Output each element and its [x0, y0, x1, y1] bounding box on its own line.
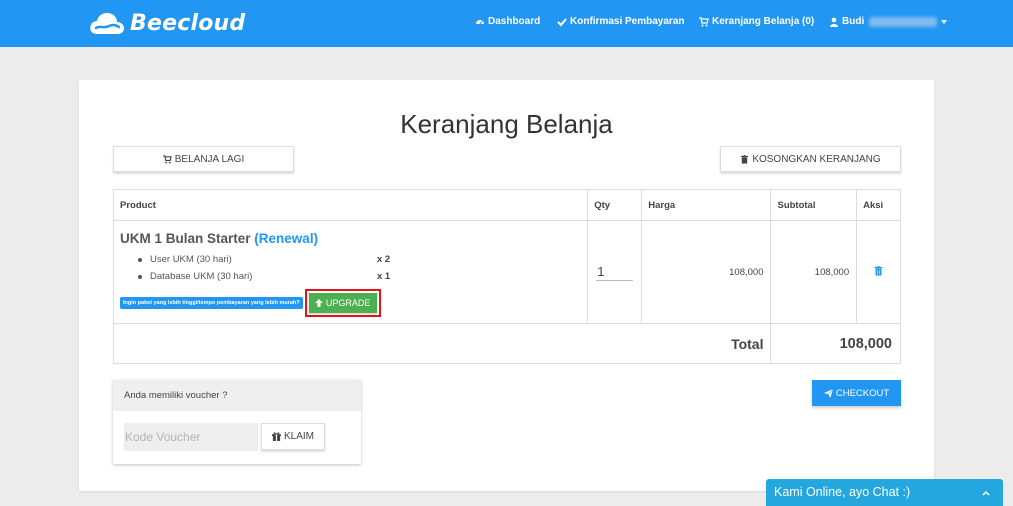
product-name: UKM 1 Bulan Starter (Renewal): [120, 231, 581, 246]
continue-shopping-button[interactable]: BELANJA LAGI: [113, 146, 294, 172]
caret-down-icon: [941, 19, 948, 24]
brand-name: Beecloud: [130, 10, 246, 36]
blurred-username: [869, 16, 938, 27]
renewal-tag: (Renewal): [254, 231, 319, 246]
dashboard-icon: [476, 19, 484, 24]
top-navbar: Beecloud Dashboard Konfirmasi Pembayaran…: [0, 0, 1013, 47]
header-action: Aksi: [856, 189, 901, 221]
nav-keranjang-label: Keranjang Belanja (0): [712, 16, 815, 27]
total-value: 108,000: [770, 323, 901, 364]
voucher-heading: Anda memiliki voucher ?: [113, 380, 361, 411]
nav-konfirmasi-label: Konfirmasi Pembayaran: [570, 16, 685, 27]
nav-konfirmasi-pembayaran[interactable]: Konfirmasi Pembayaran: [557, 16, 685, 27]
nav-keranjang-belanja[interactable]: Keranjang Belanja (0): [699, 16, 814, 27]
claim-label: KLAIM: [283, 431, 314, 442]
claim-voucher-button[interactable]: KLAIM: [261, 423, 325, 450]
action-cell: [856, 220, 901, 324]
upsell-label: Ingin paket yang lebih tinggi/tempo pemb…: [120, 297, 303, 309]
trash-icon[interactable]: [874, 265, 883, 276]
feature-qty: x 2: [377, 254, 391, 265]
total-label: Total: [112, 323, 772, 364]
checkout-label: CHECKOUT: [835, 387, 890, 399]
chevron-up-icon: [982, 490, 990, 496]
header-qty: Qty: [587, 189, 643, 221]
qty-cell: [587, 220, 643, 324]
trash-icon: [741, 154, 749, 164]
upgrade-highlight: UPGRADE: [304, 289, 381, 317]
nav-dashboard-label: Dashboard: [488, 16, 541, 27]
product-cell: UKM 1 Bulan Starter (Renewal) User UKM (…: [112, 220, 589, 324]
brand-logo[interactable]: Beecloud: [88, 9, 245, 37]
gift-icon: [271, 432, 281, 441]
list-item: Database UKM (30 hari) x 1: [120, 268, 581, 285]
product-name-text: UKM 1 Bulan Starter: [120, 231, 251, 246]
nav-dashboard[interactable]: Dashboard: [475, 16, 540, 27]
continue-shopping-label: BELANJA LAGI: [174, 153, 245, 165]
nav-user-menu[interactable]: Budi: [829, 16, 948, 27]
upgrade-label: UPGRADE: [325, 298, 371, 308]
total-row: Total 108,000: [112, 323, 901, 364]
product-feature-list: User UKM (30 hari) x 2 Database UKM (30 …: [120, 251, 581, 285]
feature-label: Database UKM (30 hari): [150, 271, 253, 282]
arrow-up-icon: [314, 299, 323, 307]
page-title: Keranjang Belanja: [400, 109, 613, 139]
empty-cart-label: KOSONGKAN KERANJANG: [752, 153, 881, 165]
cloud-logo-icon: [90, 13, 124, 34]
chat-label: Kami Online, ayo Chat :): [774, 485, 911, 499]
voucher-panel: Anda memiliki voucher ? KLAIM: [113, 380, 361, 464]
table-header-row: Product Qty Harga Subtotal Aksi: [112, 189, 901, 221]
list-item: User UKM (30 hari) x 2: [120, 251, 581, 268]
header-subtotal: Subtotal: [770, 189, 858, 221]
price-cell: 108,000: [641, 220, 772, 324]
header-product: Product: [112, 189, 589, 221]
user-icon: [830, 17, 838, 27]
feature-qty: x 1: [377, 271, 391, 282]
feature-label: User UKM (30 hari): [150, 254, 232, 265]
paper-plane-icon: [823, 388, 833, 398]
cart-icon: [699, 16, 709, 26]
voucher-code-input[interactable]: [124, 423, 258, 451]
subtotal-cell: 108,000: [770, 220, 858, 324]
cart-icon: [162, 154, 172, 164]
empty-cart-button[interactable]: KOSONGKAN KERANJANG: [720, 146, 901, 172]
header-price: Harga: [641, 189, 772, 221]
table-row: UKM 1 Bulan Starter (Renewal) User UKM (…: [112, 220, 901, 324]
nav-user-label: Budi: [842, 16, 865, 27]
check-icon: [557, 17, 567, 26]
checkout-button[interactable]: CHECKOUT: [812, 380, 901, 406]
upsell-row: Ingin paket yang lebih tinggi/tempo pemb…: [120, 289, 581, 317]
quantity-input[interactable]: [596, 263, 634, 281]
live-chat-bar[interactable]: Kami Online, ayo Chat :): [766, 479, 1003, 506]
upgrade-button[interactable]: UPGRADE: [308, 293, 377, 313]
cart-table: Product Qty Harga Subtotal Aksi UKM 1 Bu…: [112, 189, 901, 364]
